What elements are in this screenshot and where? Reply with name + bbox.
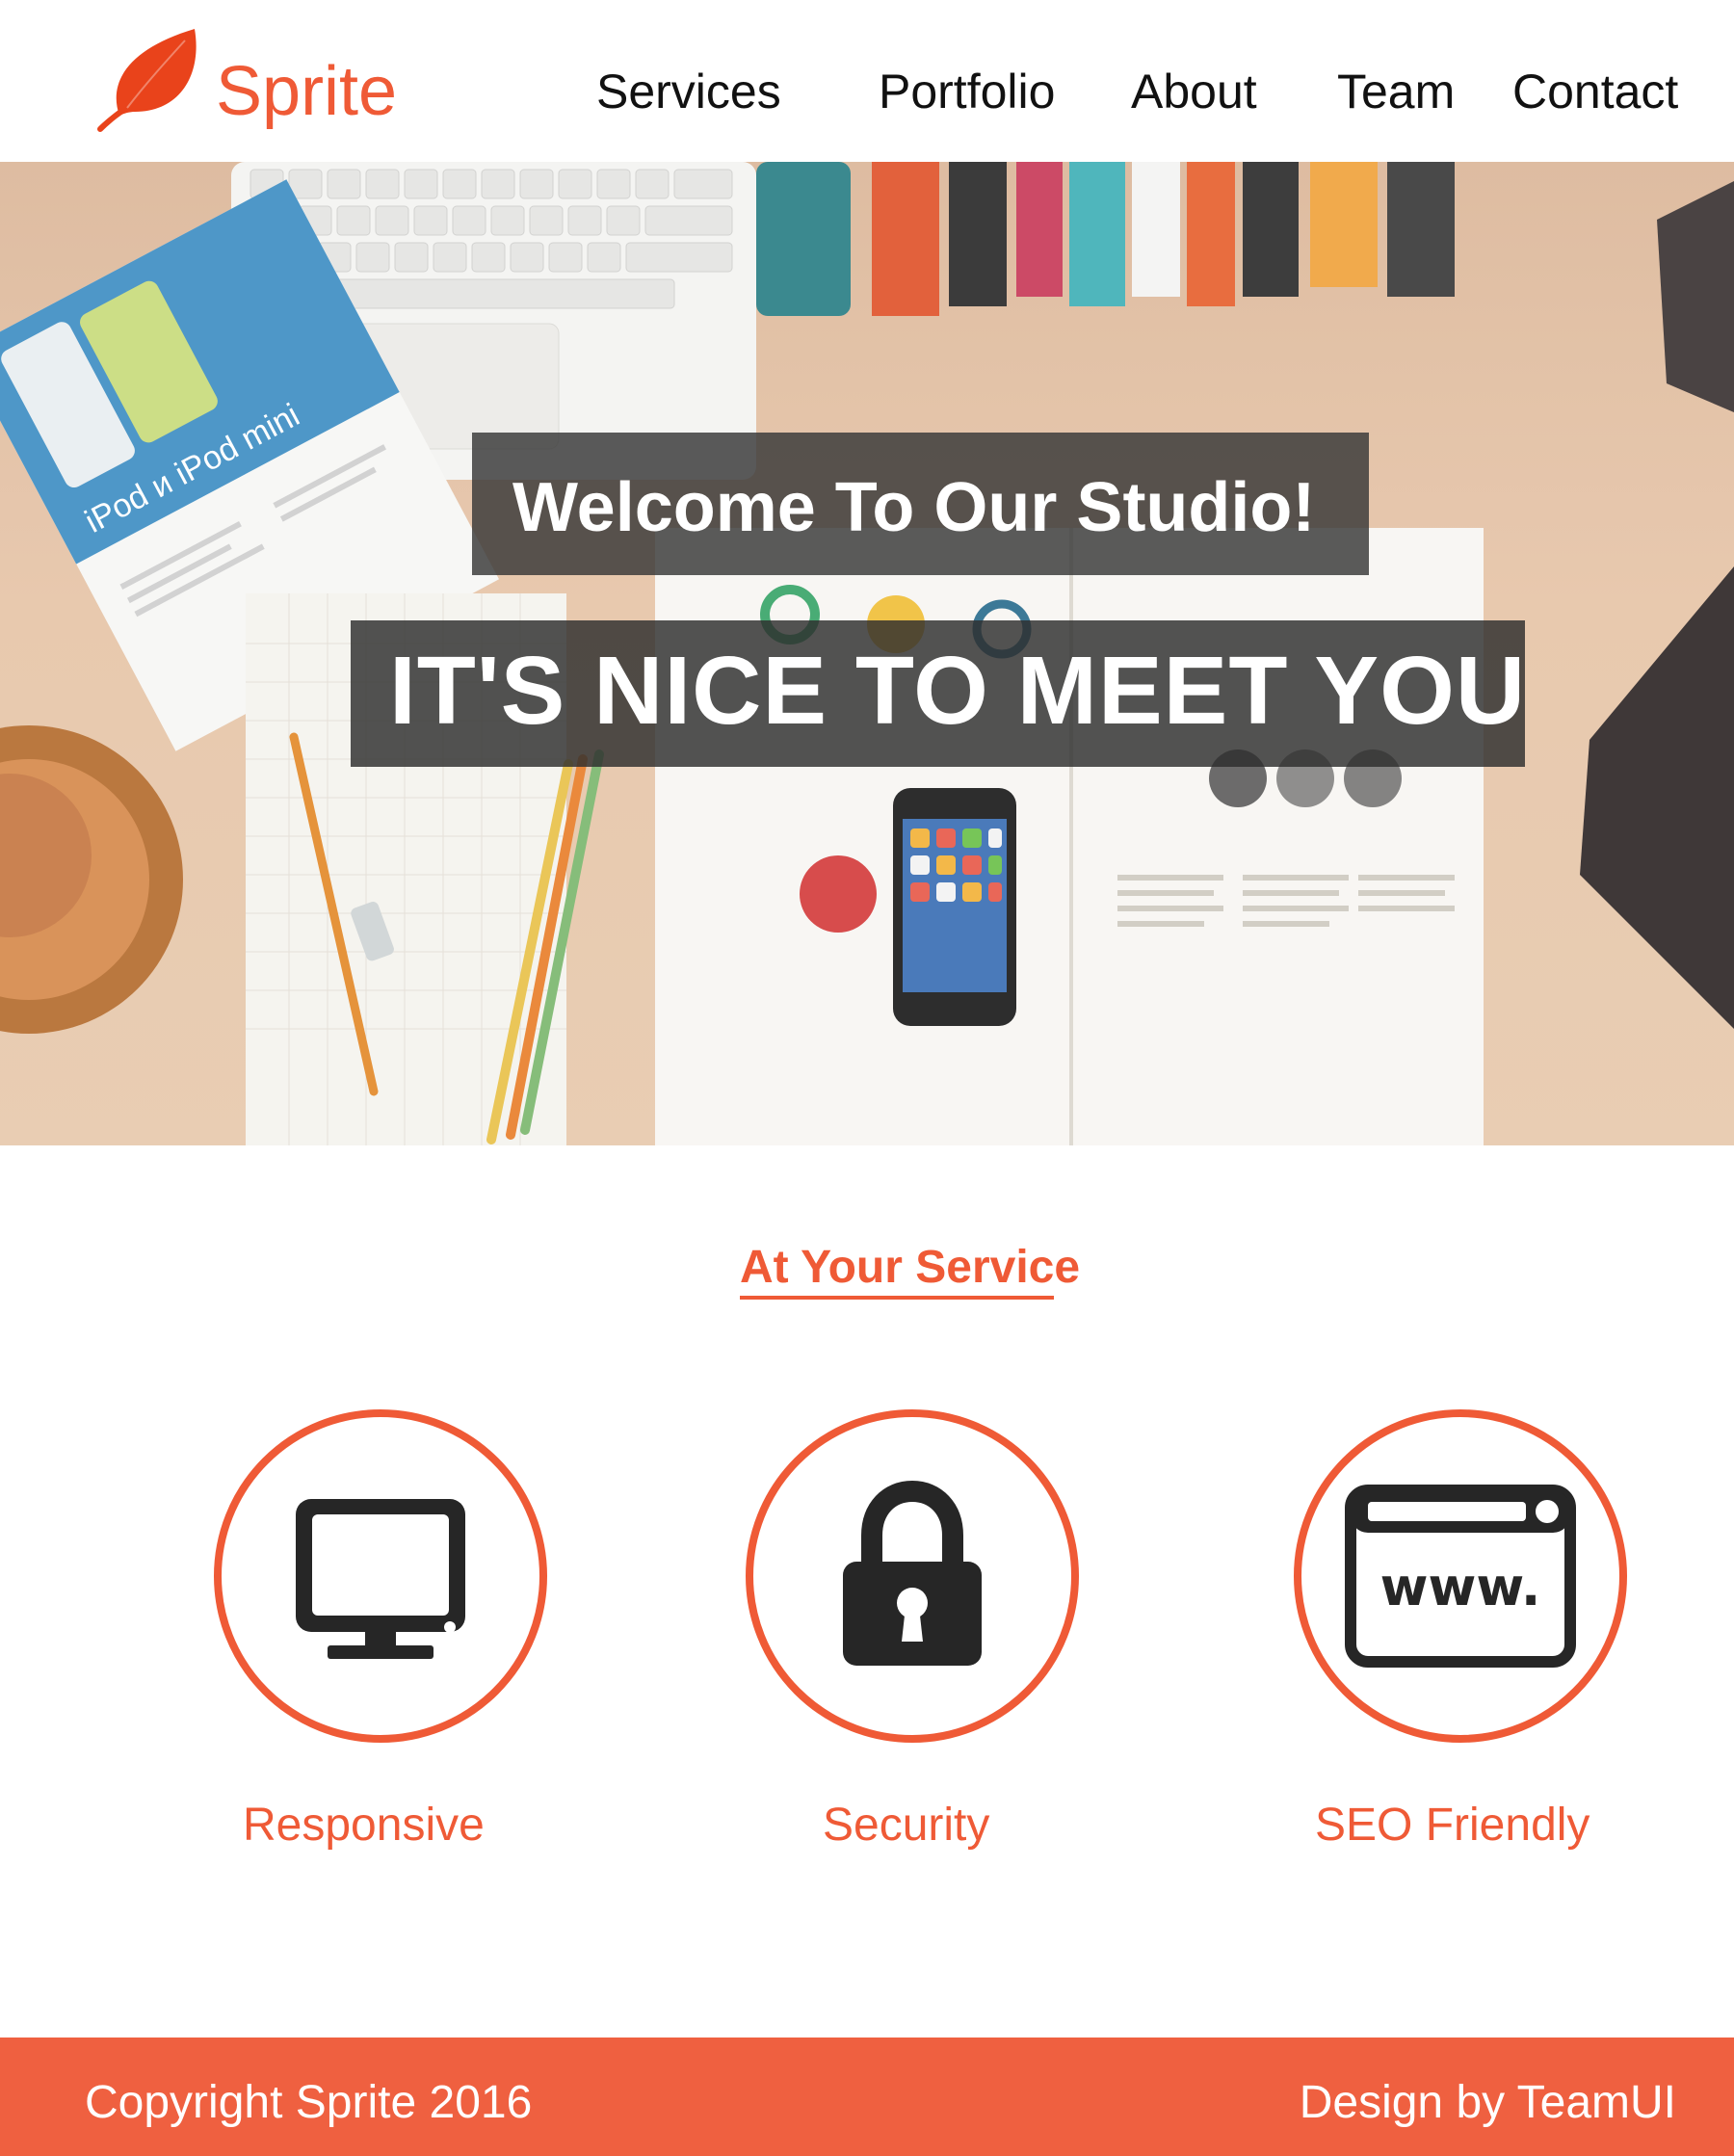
service-card-seo[interactable]: www. [1294, 1409, 1627, 1743]
nav-team[interactable]: Team [1337, 64, 1455, 119]
nav-services[interactable]: Services [596, 64, 781, 119]
service-card-responsive[interactable] [214, 1409, 547, 1743]
site-header: Sprite Services Portfolio About Team Con… [0, 0, 1734, 162]
monitor-icon [296, 1499, 465, 1659]
nav-portfolio[interactable]: Portfolio [879, 64, 1055, 119]
hero-title: Welcome To Our Studio! [512, 469, 1316, 546]
service-label-seo: SEO Friendly [1315, 1800, 1590, 1851]
services-heading: At Your Service [740, 1242, 1081, 1293]
service-label-security: Security [823, 1800, 990, 1851]
footer-copyright: Copyright Sprite 2016 [85, 2077, 533, 2128]
leaf-icon [97, 29, 197, 132]
site-footer: Copyright Sprite 2016 Design by TeamUI [0, 2038, 1734, 2156]
hero-subtitle: IT'S NICE TO MEET YOU [389, 637, 1527, 745]
services-heading-underline [740, 1296, 1054, 1300]
nav-about[interactable]: About [1131, 64, 1257, 119]
service-card-security[interactable] [746, 1409, 1079, 1743]
nav-contact[interactable]: Contact [1512, 64, 1678, 119]
service-label-responsive: Responsive [243, 1800, 485, 1851]
svg-text:www.: www. [1380, 1557, 1541, 1617]
footer-credit: Design by TeamUI [1299, 2077, 1676, 2128]
hero-banner: iPod и iPod mini Welcome To Our Studio! … [0, 162, 1734, 1145]
brand-logo[interactable]: Sprite [89, 15, 397, 141]
lock-icon [843, 1480, 982, 1666]
brand-name: Sprite [216, 53, 398, 130]
browser-www-icon: www. [1345, 1485, 1576, 1668]
